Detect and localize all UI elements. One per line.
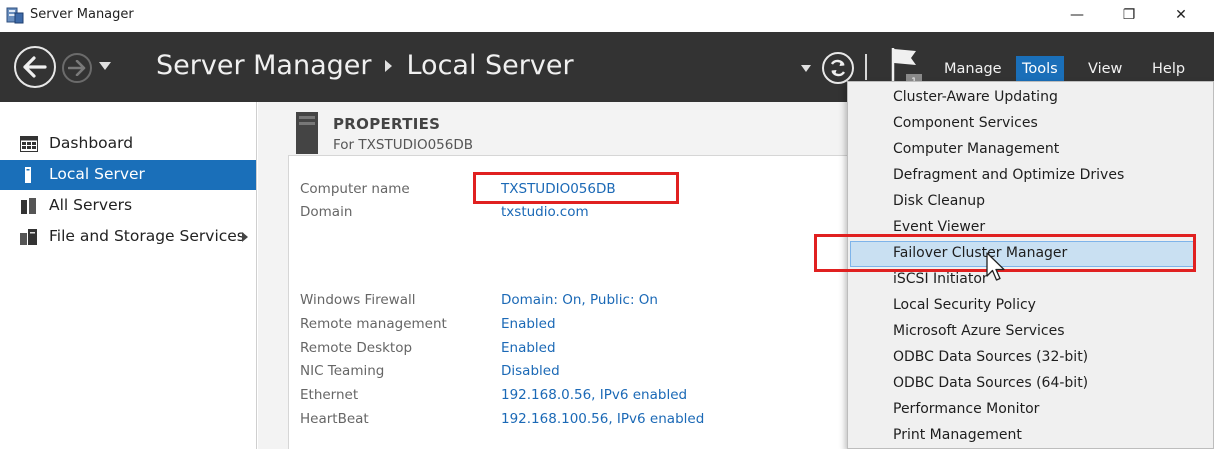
- property-label-remote-desktop: Remote Desktop: [300, 340, 413, 356]
- menu-item-azure-services[interactable]: Microsoft Azure Services: [850, 319, 1196, 345]
- menu-tools[interactable]: Tools: [1016, 56, 1064, 82]
- all-servers-icon: [21, 198, 36, 214]
- notifications-flag-icon[interactable]: 1: [890, 46, 924, 86]
- sidebar-item-all-servers[interactable]: All Servers: [0, 191, 256, 221]
- forward-button[interactable]: [62, 53, 92, 83]
- sidebar-item-local-server[interactable]: Local Server: [0, 160, 256, 190]
- menu-view[interactable]: View: [1082, 56, 1128, 82]
- property-label-computer-name: Computer name: [300, 181, 410, 197]
- menu-item-defragment[interactable]: Defragment and Optimize Drives: [850, 163, 1196, 189]
- property-value-heartbeat[interactable]: 192.168.100.56, IPv6 enabled: [501, 411, 704, 427]
- refresh-button[interactable]: [822, 52, 854, 84]
- property-value-firewall[interactable]: Domain: On, Public: On: [501, 292, 658, 308]
- property-label-domain: Domain: [300, 204, 353, 220]
- maximize-button[interactable]: ❐: [1106, 0, 1152, 30]
- menu-item-print-management[interactable]: Print Management: [850, 423, 1196, 449]
- menu-item-local-security-policy[interactable]: Local Security Policy: [850, 293, 1196, 319]
- menu-item-component-services[interactable]: Component Services: [850, 111, 1196, 137]
- close-button[interactable]: ✕: [1158, 0, 1204, 30]
- menu-help[interactable]: Help: [1146, 56, 1191, 82]
- highlight-box-computer-name: [473, 172, 679, 204]
- local-server-icon: [25, 167, 31, 183]
- menu-item-computer-management[interactable]: Computer Management: [850, 137, 1196, 163]
- breadcrumb: Server Manager Local Server: [156, 50, 574, 81]
- sidebar-item-label: File and Storage Services: [49, 227, 245, 245]
- title-bar: Server Manager — ❐ ✕: [0, 0, 1214, 32]
- properties-subtitle: For TXSTUDIO056DB: [333, 137, 474, 153]
- properties-title: PROPERTIES: [333, 115, 441, 133]
- sidebar: Dashboard Local Server All Servers File …: [0, 102, 257, 449]
- menu-manage[interactable]: Manage: [938, 56, 1008, 82]
- menu-item-odbc-32[interactable]: ODBC Data Sources (32-bit): [850, 345, 1196, 371]
- breadcrumb-local-server: Local Server: [406, 50, 574, 81]
- chevron-right-icon[interactable]: [242, 232, 248, 242]
- property-label-nic-teaming: NIC Teaming: [300, 363, 385, 379]
- server-properties-icon: [296, 112, 318, 154]
- menu-item-cluster-aware-updating[interactable]: Cluster-Aware Updating: [850, 85, 1196, 111]
- arrow-left-icon: [23, 56, 47, 78]
- header-divider: [865, 54, 867, 80]
- history-dropdown-icon[interactable]: [98, 60, 112, 72]
- property-label-firewall: Windows Firewall: [300, 292, 416, 308]
- sidebar-item-label: All Servers: [49, 196, 133, 214]
- breadcrumb-separator-icon: [385, 59, 393, 72]
- property-label-heartbeat: HeartBeat: [300, 411, 369, 427]
- property-label-ethernet: Ethernet: [300, 387, 359, 403]
- server-manager-app-icon: [6, 7, 24, 24]
- property-value-remote-desktop[interactable]: Enabled: [501, 340, 556, 356]
- property-value-remote-management[interactable]: Enabled: [501, 316, 556, 332]
- menu-item-disk-cleanup[interactable]: Disk Cleanup: [850, 189, 1196, 215]
- property-value-ethernet[interactable]: 192.168.0.56, IPv6 enabled: [501, 387, 687, 403]
- window-title: Server Manager: [30, 7, 134, 22]
- file-storage-icon: [20, 229, 37, 245]
- property-value-domain[interactable]: txstudio.com: [501, 204, 589, 220]
- breadcrumb-dropdown-icon[interactable]: [800, 63, 812, 73]
- menu-item-odbc-64[interactable]: ODBC Data Sources (64-bit): [850, 371, 1196, 397]
- arrow-right-icon: [68, 60, 86, 76]
- menu-item-performance-monitor[interactable]: Performance Monitor: [850, 397, 1196, 423]
- property-label-remote-management: Remote management: [300, 316, 447, 332]
- back-button[interactable]: [14, 46, 56, 88]
- refresh-icon: [830, 59, 846, 77]
- minimize-button[interactable]: —: [1054, 0, 1100, 30]
- breadcrumb-server-manager[interactable]: Server Manager: [156, 50, 371, 81]
- sidebar-item-file-storage[interactable]: File and Storage Services: [0, 222, 256, 252]
- sidebar-item-label: Dashboard: [49, 134, 134, 152]
- sidebar-item-dashboard[interactable]: Dashboard: [0, 129, 256, 159]
- property-value-nic-teaming[interactable]: Disabled: [501, 363, 560, 379]
- sidebar-item-label: Local Server: [49, 165, 145, 183]
- dashboard-icon: [20, 136, 38, 152]
- mouse-cursor-icon: [986, 252, 1005, 281]
